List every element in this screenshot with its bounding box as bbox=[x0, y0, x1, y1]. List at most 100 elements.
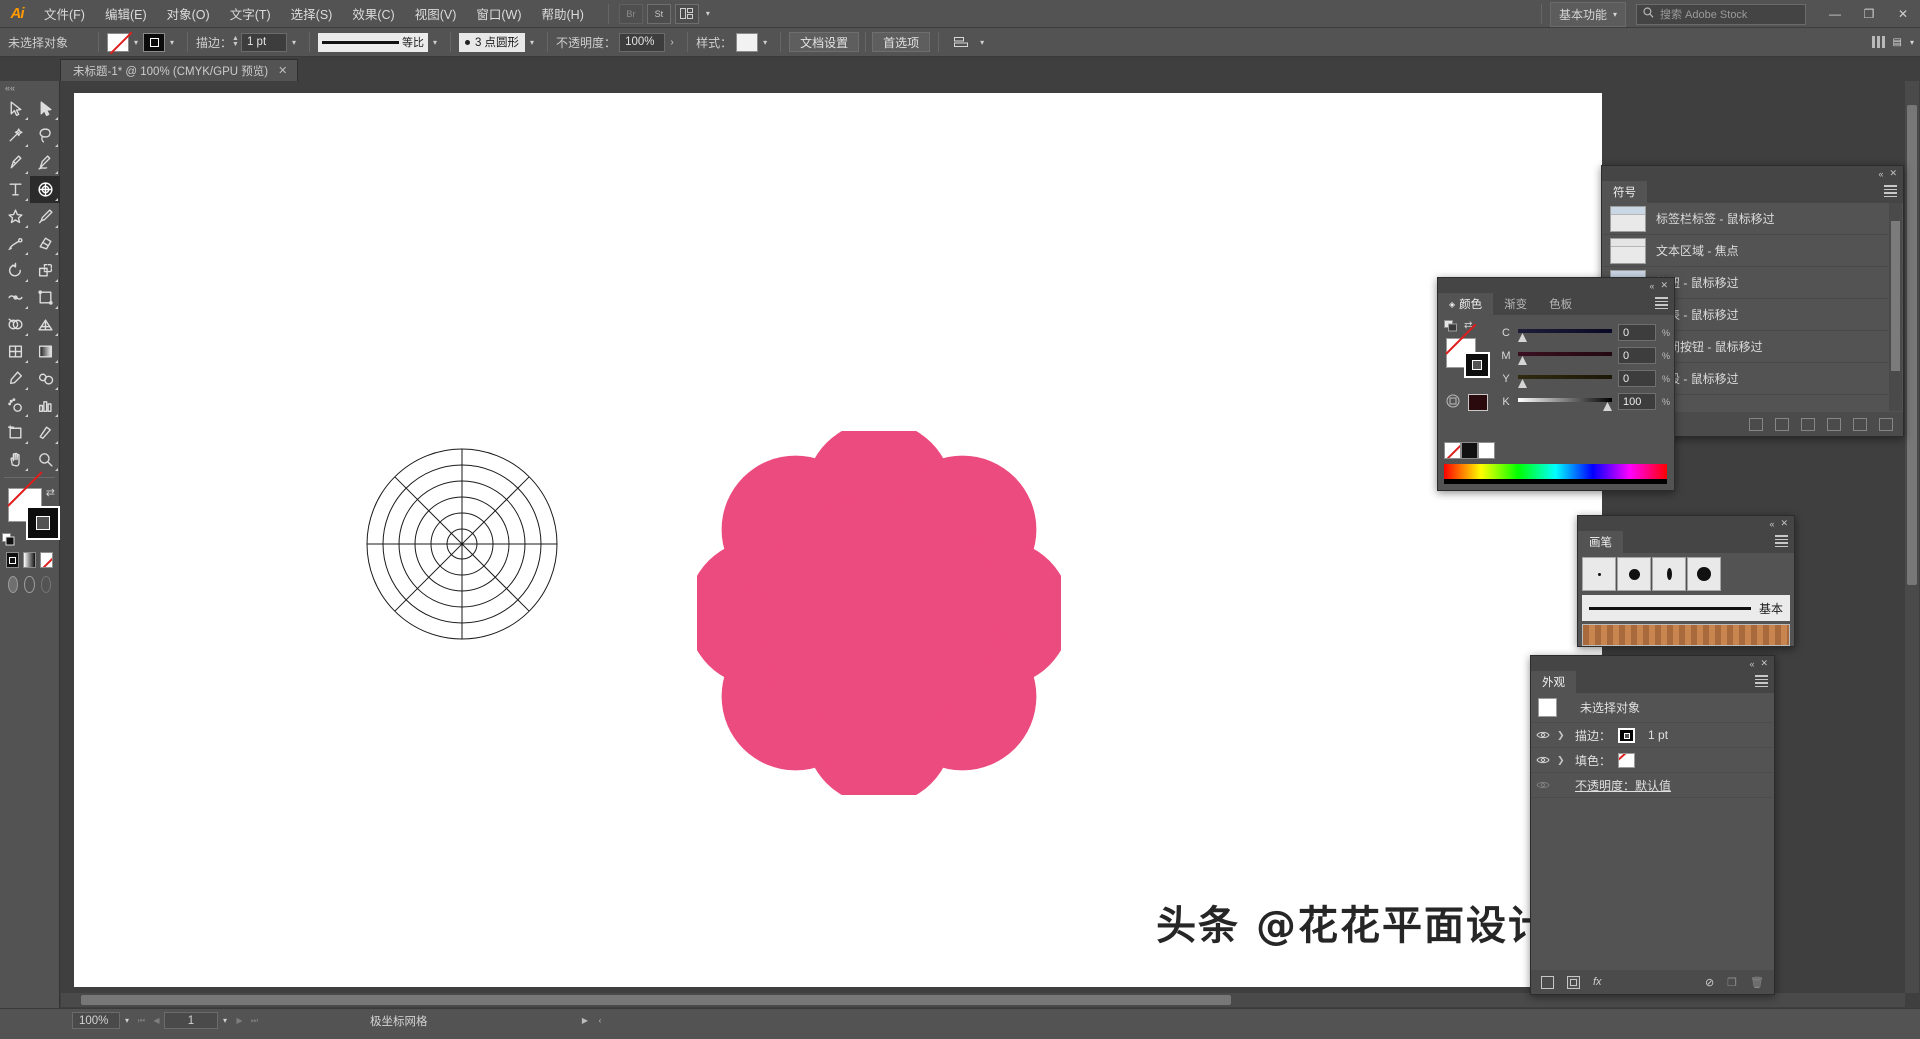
brush-item[interactable] bbox=[1582, 557, 1616, 591]
fx-icon[interactable]: fx bbox=[1593, 976, 1602, 988]
shape-builder-tool[interactable] bbox=[0, 311, 30, 338]
column-graph-tool[interactable] bbox=[30, 392, 60, 419]
close-icon[interactable]: ✕ bbox=[1889, 168, 1897, 179]
brush-item[interactable] bbox=[1617, 557, 1651, 591]
close-icon[interactable]: ✕ bbox=[1760, 658, 1768, 669]
width-tool[interactable] bbox=[0, 284, 30, 311]
close-icon[interactable]: ✕ bbox=[278, 64, 287, 77]
menu-select[interactable]: 选择(S) bbox=[281, 0, 343, 27]
align-objects-icon[interactable] bbox=[949, 32, 973, 52]
maximize-button[interactable]: ❐ bbox=[1852, 0, 1886, 28]
gradient-mode-button[interactable] bbox=[23, 552, 36, 568]
visibility-eye-icon[interactable] bbox=[1535, 778, 1550, 793]
pencil-tool[interactable] bbox=[0, 230, 30, 257]
stroke-color-swatch[interactable] bbox=[143, 32, 165, 52]
visibility-eye-icon[interactable] bbox=[1535, 753, 1550, 768]
panel-expand-icon[interactable]: ▤ bbox=[1893, 37, 1902, 48]
tab-swatches[interactable]: 色板 bbox=[1538, 293, 1583, 315]
slider-y[interactable]: Y 0 % bbox=[1500, 368, 1670, 389]
slider-knob[interactable] bbox=[1518, 356, 1527, 365]
menu-view[interactable]: 视图(V) bbox=[405, 0, 467, 27]
status-expand-icon[interactable]: ▶ bbox=[578, 1016, 593, 1025]
black-swatch[interactable] bbox=[1461, 442, 1478, 459]
magic-wand-tool[interactable] bbox=[0, 122, 30, 149]
close-icon[interactable]: ✕ bbox=[1780, 518, 1788, 529]
appearance-panel[interactable]: « ✕ 外观 未选择对象 ❯ 描边： 1 pt ❯ 填色： 不透明度：默认值 f… bbox=[1530, 655, 1775, 995]
stroke-weight-stepper[interactable]: ▲ ▼ bbox=[232, 35, 239, 48]
direct-selection-tool[interactable] bbox=[30, 95, 60, 122]
clear-appearance-icon[interactable]: ⊘ bbox=[1705, 976, 1714, 989]
default-fill-stroke-icon[interactable] bbox=[2, 533, 15, 546]
flower-shape[interactable] bbox=[697, 431, 1061, 795]
menu-file[interactable]: 文件(F) bbox=[34, 0, 95, 27]
brush-item-pattern[interactable] bbox=[1582, 624, 1790, 646]
blend-tool[interactable] bbox=[30, 365, 60, 392]
menu-object[interactable]: 对象(O) bbox=[157, 0, 220, 27]
list-item[interactable]: 标签栏标签 - 鼠标移过 bbox=[1602, 203, 1903, 235]
close-window-button[interactable]: ✕ bbox=[1886, 0, 1920, 28]
canvas-horizontal-scrollbar[interactable] bbox=[61, 993, 1905, 1007]
drawing-mode-normal[interactable] bbox=[8, 576, 19, 593]
stroke-weight-input[interactable]: 1 pt bbox=[240, 32, 287, 52]
place-symbol-icon[interactable] bbox=[1775, 417, 1789, 431]
slider-track[interactable] bbox=[1518, 328, 1612, 342]
eraser-tool[interactable] bbox=[30, 230, 60, 257]
symbol-options-icon[interactable] bbox=[1827, 417, 1841, 431]
fill-chevron-down-icon[interactable]: ▾ bbox=[129, 33, 143, 51]
panel-menu-icon[interactable] bbox=[1655, 297, 1668, 309]
next-artboard-button[interactable]: ▶ bbox=[232, 1016, 247, 1025]
perspective-grid-tool[interactable] bbox=[30, 311, 60, 338]
stroke-profile-select[interactable]: 等比 bbox=[317, 32, 428, 52]
swap-fill-stroke-icon[interactable]: ⇄ bbox=[46, 486, 55, 499]
brush-item[interactable] bbox=[1687, 557, 1721, 591]
paintbrush-tool[interactable] bbox=[30, 203, 60, 230]
hand-tool[interactable] bbox=[0, 446, 30, 473]
prev-artboard-button[interactable]: ◀ bbox=[149, 1016, 164, 1025]
gradient-tool[interactable] bbox=[30, 338, 60, 365]
drawing-mode-behind[interactable] bbox=[24, 576, 35, 593]
none-mode-button[interactable] bbox=[40, 552, 53, 568]
slider-value[interactable]: 100 bbox=[1618, 393, 1656, 410]
slider-knob[interactable] bbox=[1518, 333, 1527, 342]
color-spectrum-bar[interactable] bbox=[1444, 464, 1667, 484]
artboard-canvas[interactable]: 头条 @花花平面设计 bbox=[74, 93, 1602, 987]
fill-stroke-toggle-icon[interactable] bbox=[1444, 320, 1458, 336]
artboard-chevron-down-icon[interactable]: ▾ bbox=[218, 1012, 232, 1030]
appearance-opacity-row[interactable]: 不透明度：默认值 bbox=[1531, 773, 1774, 798]
align-chevron-down-icon[interactable]: ▾ bbox=[975, 33, 989, 51]
fill-color-swatch[interactable] bbox=[1618, 752, 1636, 768]
color-panel-stroke-swatch[interactable] bbox=[1464, 352, 1490, 378]
tab-appearance[interactable]: 外观 bbox=[1531, 671, 1576, 693]
status-resize-icon[interactable]: ‹ bbox=[593, 1016, 608, 1025]
artboard-tool[interactable] bbox=[0, 419, 30, 446]
polar-grid-object[interactable] bbox=[366, 448, 558, 640]
collapse-icon[interactable]: « bbox=[1649, 281, 1654, 291]
stroke-color-swatch[interactable] bbox=[1618, 727, 1636, 743]
opacity-row-label[interactable]: 不透明度：默认值 bbox=[1575, 777, 1671, 794]
brushes-panel[interactable]: « ✕ 画笔 基本 bbox=[1577, 515, 1795, 647]
lasso-tool[interactable] bbox=[30, 122, 60, 149]
slider-track[interactable] bbox=[1518, 374, 1612, 388]
slider-knob[interactable] bbox=[1518, 379, 1527, 388]
collapse-icon[interactable]: « bbox=[1878, 169, 1883, 179]
zoom-level-input[interactable]: 100% bbox=[72, 1012, 120, 1029]
delete-symbol-icon[interactable] bbox=[1879, 417, 1893, 431]
pen-tool[interactable] bbox=[0, 149, 30, 176]
default-fill-stroke-icon[interactable] bbox=[1446, 394, 1460, 411]
visibility-eye-icon[interactable] bbox=[1535, 728, 1550, 743]
panel-menu-icon[interactable] bbox=[1884, 185, 1897, 197]
symbol-sprayer-tool[interactable] bbox=[0, 392, 30, 419]
vscroll-thumb[interactable] bbox=[1907, 105, 1917, 585]
mesh-tool[interactable] bbox=[0, 338, 30, 365]
panel-chevron-down-icon[interactable]: ▾ bbox=[1910, 38, 1914, 47]
current-color-swatch[interactable] bbox=[1468, 394, 1488, 411]
toolbar-collapse-icon[interactable]: «« bbox=[0, 81, 59, 95]
last-artboard-button[interactable]: ⏭ bbox=[247, 1016, 262, 1026]
brush-chevron-down-icon[interactable]: ▾ bbox=[525, 33, 539, 51]
menu-type[interactable]: 文字(T) bbox=[220, 0, 281, 27]
selection-tool[interactable] bbox=[0, 95, 30, 122]
curvature-tool[interactable] bbox=[30, 149, 60, 176]
tab-color[interactable]: ◈ 颜色 bbox=[1438, 293, 1494, 315]
slider-track[interactable] bbox=[1518, 351, 1612, 365]
style-chevron-down-icon[interactable]: ▾ bbox=[758, 33, 772, 51]
